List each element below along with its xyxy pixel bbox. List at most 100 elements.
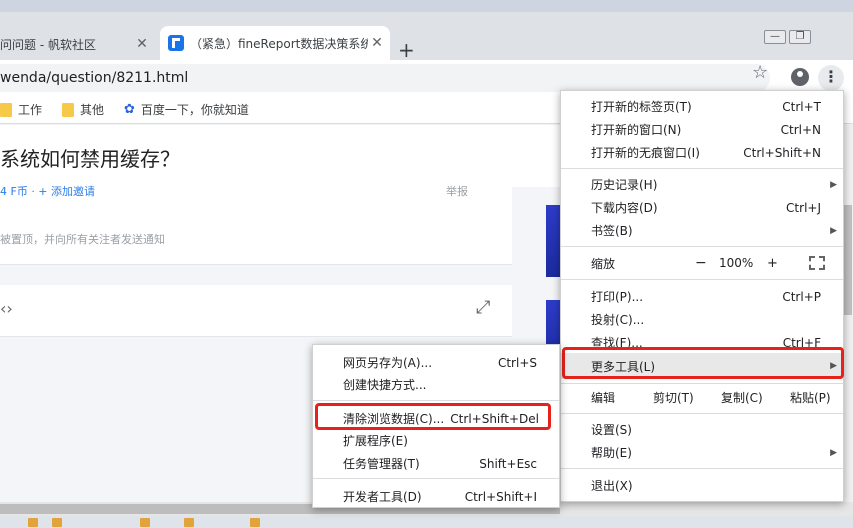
- scrollbar-thumb[interactable]: [844, 205, 852, 315]
- menu-item-new-window[interactable]: 打开新的窗口(N) Ctrl+N: [561, 118, 843, 141]
- bookmark-label: 工作: [18, 103, 43, 117]
- folder-icon: [0, 102, 12, 117]
- bookmark-label: 其他: [80, 103, 105, 117]
- menu-item-label: 打印(P)...: [591, 290, 644, 304]
- menu-item-label: 打开新的标签页(T): [591, 100, 692, 114]
- menu-item-bookmarks[interactable]: 书签(B) ▶: [561, 219, 843, 242]
- zoom-out-button[interactable]: −: [695, 255, 707, 271]
- menu-item-label: 退出(X): [591, 479, 633, 493]
- menu-item-save-page[interactable]: 网页另存为(A)... Ctrl+S: [313, 351, 559, 374]
- bookmark-folder[interactable]: 工作: [0, 101, 42, 118]
- new-tab-button[interactable]: +: [398, 38, 415, 62]
- menu-item-shortcut: Ctrl+T: [782, 99, 821, 114]
- tab-title: （紧急）fineReport数据决策系统: [190, 36, 368, 51]
- edit-label: 编辑: [591, 390, 616, 405]
- submenu-arrow-icon: ▶: [830, 225, 837, 236]
- taskbar-app-icon[interactable]: [28, 518, 38, 527]
- bookmark-star-icon[interactable]: ☆: [752, 62, 768, 83]
- menu-separator: [313, 400, 559, 401]
- menu-separator: [561, 168, 843, 169]
- submenu-arrow-icon: ▶: [830, 447, 837, 458]
- edit-row: 编辑 剪切(T) 复制(C) 粘贴(P): [561, 382, 843, 412]
- menu-item-label: 任务管理器(T): [343, 457, 420, 471]
- paste-button[interactable]: 粘贴(P): [790, 389, 831, 406]
- menu-item-new-tab[interactable]: 打开新的标签页(T) Ctrl+T: [561, 95, 843, 118]
- menu-item-help[interactable]: 帮助(E) ▶: [561, 441, 843, 464]
- submenu-arrow-icon: ▶: [830, 179, 837, 190]
- menu-separator: [313, 478, 559, 479]
- minimize-button[interactable]: —: [764, 30, 786, 44]
- menu-item-label: 帮助(E): [591, 446, 632, 460]
- code-icon[interactable]: ‹›: [0, 299, 13, 318]
- address-bar[interactable]: wenda/question/8211.html: [0, 64, 770, 92]
- menu-item-shortcut: Ctrl+Shift+N: [743, 145, 821, 160]
- menu-item-label: 书签(B): [591, 224, 633, 238]
- tab-close-icon[interactable]: ✕: [133, 36, 151, 52]
- menu-item-downloads[interactable]: 下载内容(D) Ctrl+J: [561, 196, 843, 219]
- menu-item-label: 打开新的无痕窗口(I): [591, 146, 700, 160]
- window-top-strip: [0, 0, 853, 12]
- tab-active[interactable]: （紧急）fineReport数据决策系统 ✕: [160, 26, 390, 60]
- bookmark-link[interactable]: ✿ 百度一下，你就知道: [124, 101, 249, 118]
- menu-item-task-manager[interactable]: 任务管理器(T) Shift+Esc: [313, 452, 559, 475]
- menu-item-label: 开发者工具(D): [343, 490, 422, 504]
- zoom-label: 缩放: [591, 256, 616, 271]
- menu-item-label: 投射(C)...: [591, 313, 645, 327]
- menu-separator: [561, 468, 843, 469]
- menu-item-label: 历史记录(H): [591, 178, 658, 192]
- menu-item-create-shortcut[interactable]: 创建快捷方式...: [313, 373, 559, 396]
- menu-item-shortcut: Ctrl+Shift+I: [464, 489, 537, 504]
- report-link[interactable]: 举报: [446, 183, 468, 199]
- finereport-favicon-icon: [168, 35, 184, 51]
- menu-item-cast[interactable]: 投射(C)...: [561, 308, 843, 331]
- fullscreen-icon[interactable]: [809, 256, 825, 270]
- menu-item-exit[interactable]: 退出(X): [561, 474, 843, 497]
- tab-inactive[interactable]: 问问题 - 帆软社区 ✕: [0, 28, 155, 60]
- menu-separator: [561, 246, 843, 247]
- zoom-row: 缩放 − 100% +: [561, 248, 843, 278]
- menu-item-new-incognito[interactable]: 打开新的无痕窗口(I) Ctrl+Shift+N: [561, 141, 843, 164]
- menu-item-shortcut: Shift+Esc: [479, 456, 537, 471]
- question-meta[interactable]: 4 F币 · + 添加邀请: [0, 183, 95, 199]
- cut-button[interactable]: 剪切(T): [653, 389, 694, 406]
- question-title: 系统如何禁用缓存？: [0, 147, 180, 171]
- taskbar-app-icon[interactable]: [250, 518, 260, 527]
- tab-close-icon[interactable]: ✕: [368, 35, 386, 51]
- restore-button[interactable]: ❐: [789, 30, 811, 44]
- notice-text: 被置顶，并向所有关注者发送通知: [0, 233, 165, 246]
- baidu-paw-icon: ✿: [124, 102, 135, 117]
- taskbar-app-icon[interactable]: [52, 518, 62, 527]
- taskbar-app-icon[interactable]: [184, 518, 194, 527]
- copy-button[interactable]: 复制(C): [721, 389, 763, 406]
- taskbar-app-icon[interactable]: [140, 518, 150, 527]
- menu-item-label: 设置(S): [591, 423, 632, 437]
- bookmark-folder[interactable]: 其他: [62, 101, 104, 118]
- more-tools-highlight-box: [562, 347, 844, 379]
- menu-item-settings[interactable]: 设置(S): [561, 418, 843, 441]
- vertical-scrollbar[interactable]: [843, 125, 853, 505]
- menu-item-label: 网页另存为(A)...: [343, 356, 433, 370]
- menu-separator: [561, 413, 843, 414]
- question-card: 4 F币 · + 添加邀请 举报 被置顶，并向所有关注者发送通知: [0, 185, 512, 265]
- menu-item-label: 下载内容(D): [591, 201, 658, 215]
- expand-icon[interactable]: ⤢: [476, 297, 490, 318]
- taskbar: [0, 516, 853, 528]
- menu-item-extensions[interactable]: 扩展程序(E): [313, 429, 559, 452]
- menu-item-label: 打开新的窗口(N): [591, 123, 682, 137]
- menu-item-print[interactable]: 打印(P)... Ctrl+P: [561, 285, 843, 308]
- profile-avatar-icon[interactable]: [791, 68, 809, 86]
- menu-item-developer-tools[interactable]: 开发者工具(D) Ctrl+Shift+I: [313, 485, 559, 508]
- menu-item-history[interactable]: 历史记录(H) ▶: [561, 173, 843, 196]
- chrome-menu-button[interactable]: ⋮: [818, 65, 844, 91]
- zoom-in-button[interactable]: +: [767, 256, 778, 271]
- clear-data-highlight-box: [315, 403, 551, 430]
- menu-item-label: 创建快捷方式...: [343, 378, 427, 392]
- chrome-main-menu: 打开新的标签页(T) Ctrl+T 打开新的窗口(N) Ctrl+N 打开新的无…: [560, 90, 844, 502]
- menu-item-label: 扩展程序(E): [343, 434, 408, 448]
- tab-title: 问问题 - 帆软社区: [0, 37, 96, 52]
- folder-icon: [62, 102, 74, 117]
- zoom-level: 100%: [719, 256, 754, 270]
- menu-item-shortcut: Ctrl+P: [782, 289, 821, 304]
- url-text: wenda/question/8211.html: [0, 70, 189, 86]
- sidebar-banner-image[interactable]: [546, 205, 560, 277]
